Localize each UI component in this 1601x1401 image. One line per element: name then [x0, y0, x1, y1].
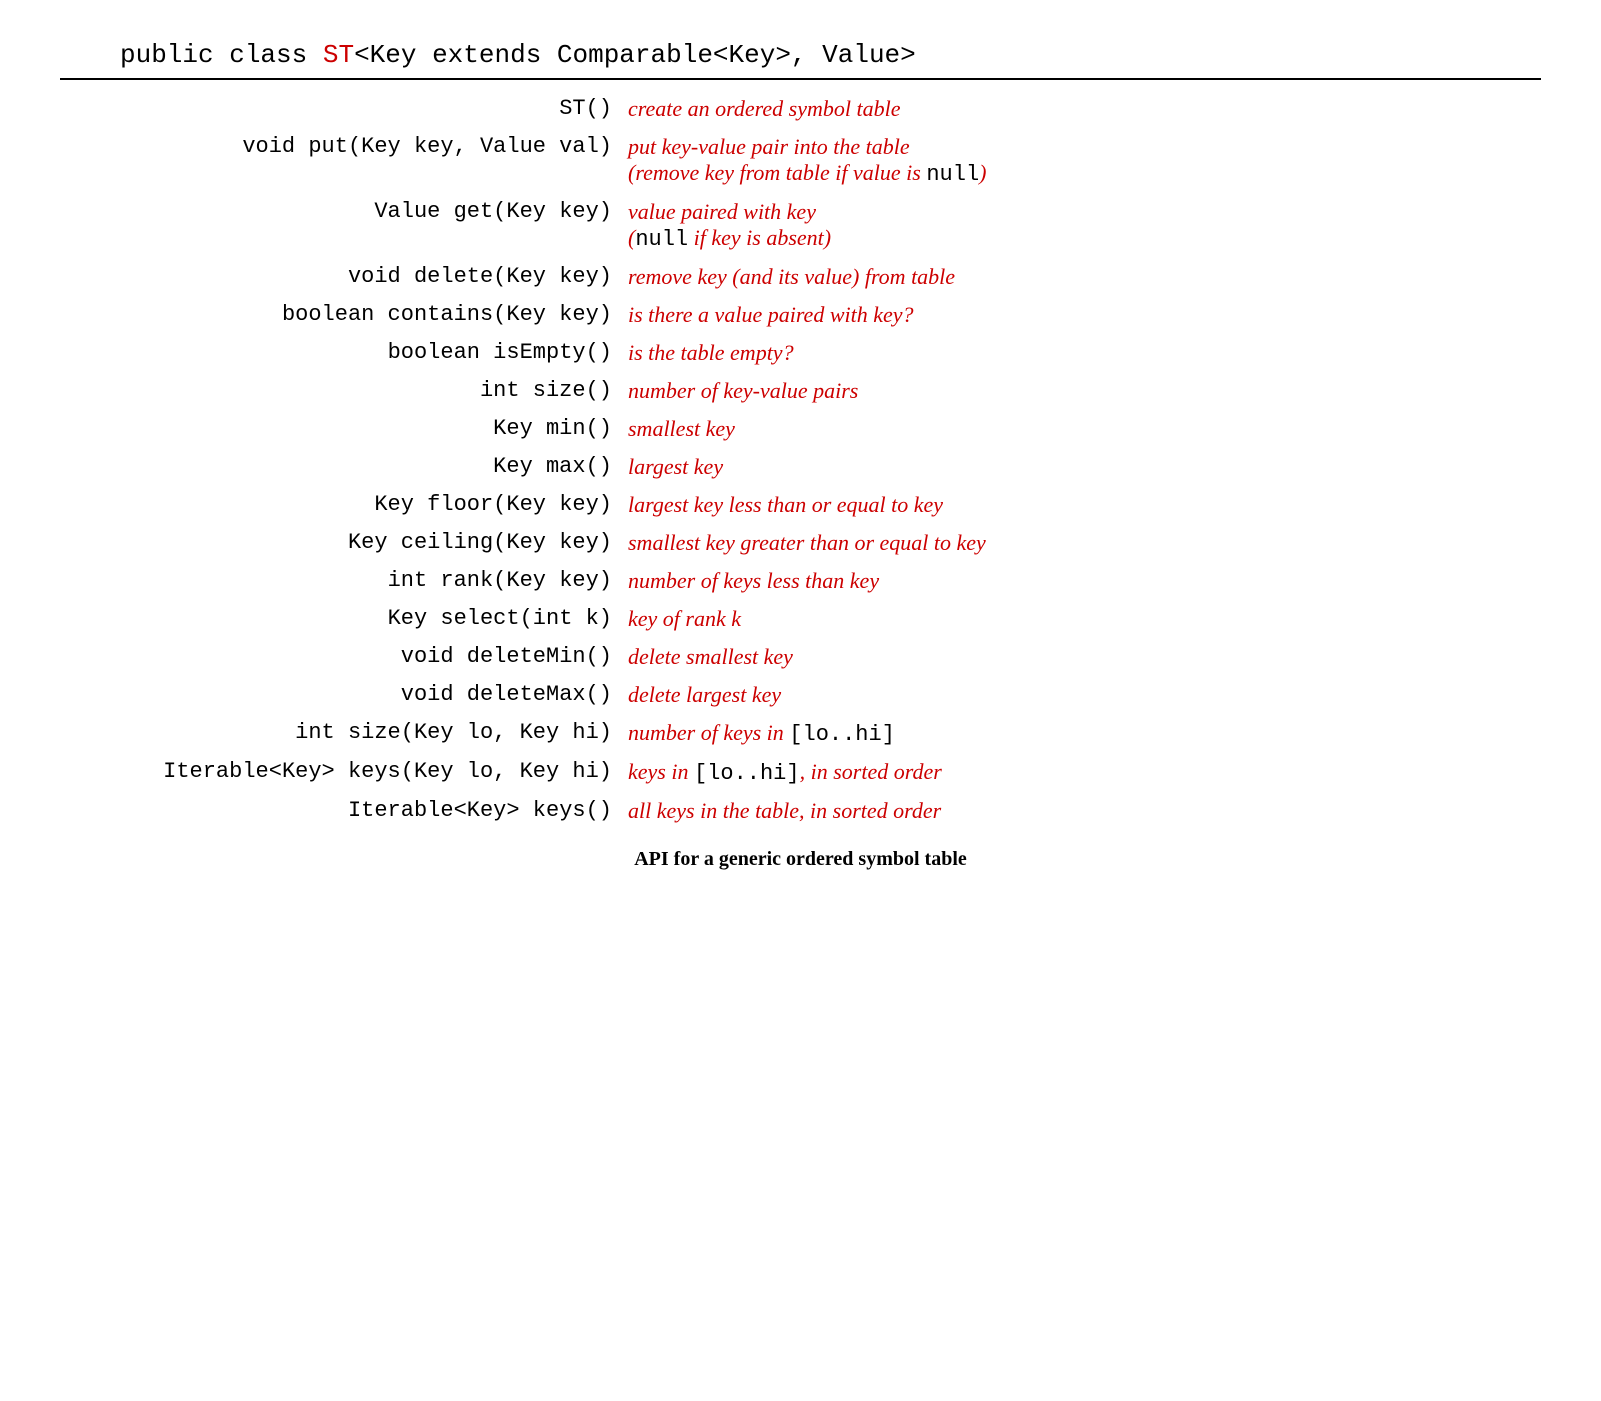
method-cell: Value get(Key key) [60, 193, 620, 258]
description-cell: key of rank k [620, 600, 1541, 638]
table-row: boolean contains(Key key)is there a valu… [60, 296, 1541, 334]
method-cell: int rank(Key key) [60, 562, 620, 600]
method-cell: Key select(int k) [60, 600, 620, 638]
description-cell: all keys in the table, in sorted order [620, 792, 1541, 830]
description-cell: number of keys less than key [620, 562, 1541, 600]
method-cell: ST() [60, 90, 620, 128]
table-row: void deleteMax()delete largest key [60, 676, 1541, 714]
api-table: ST()create an ordered symbol tablevoid p… [60, 90, 1541, 830]
description-cell: delete smallest key [620, 638, 1541, 676]
table-row: int size(Key lo, Key hi)number of keys i… [60, 714, 1541, 753]
description-cell: keys in [lo..hi], in sorted order [620, 753, 1541, 792]
table-row: ST()create an ordered symbol table [60, 90, 1541, 128]
class-header: public class ST<Key extends Comparable<K… [60, 40, 1541, 78]
header-classname: ST [323, 40, 354, 70]
description-cell: create an ordered symbol table [620, 90, 1541, 128]
method-cell: Iterable<Key> keys(Key lo, Key hi) [60, 753, 620, 792]
caption: API for a generic ordered symbol table [60, 848, 1541, 871]
description-cell: largest key [620, 448, 1541, 486]
description-cell: is the table empty? [620, 334, 1541, 372]
table-row: Key ceiling(Key key)smallest key greater… [60, 524, 1541, 562]
header-prefix: public class [120, 40, 323, 70]
description-cell: put key-value pair into the table(remove… [620, 128, 1541, 193]
method-cell: Key ceiling(Key key) [60, 524, 620, 562]
table-row: Key min()smallest key [60, 410, 1541, 448]
table-row: Iterable<Key> keys(Key lo, Key hi)keys i… [60, 753, 1541, 792]
description-cell: is there a value paired with key? [620, 296, 1541, 334]
description-cell: number of key-value pairs [620, 372, 1541, 410]
method-cell: int size() [60, 372, 620, 410]
table-row: void delete(Key key)remove key (and its … [60, 258, 1541, 296]
description-cell: delete largest key [620, 676, 1541, 714]
method-cell: Iterable<Key> keys() [60, 792, 620, 830]
method-cell: void put(Key key, Value val) [60, 128, 620, 193]
description-cell: largest key less than or equal to key [620, 486, 1541, 524]
description-cell: value paired with key(null if key is abs… [620, 193, 1541, 258]
header-suffix: <Key extends Comparable<Key>, Value> [354, 40, 916, 70]
table-row: Value get(Key key)value paired with key(… [60, 193, 1541, 258]
method-cell: boolean contains(Key key) [60, 296, 620, 334]
description-cell: remove key (and its value) from table [620, 258, 1541, 296]
table-row: Iterable<Key> keys()all keys in the tabl… [60, 792, 1541, 830]
method-cell: void delete(Key key) [60, 258, 620, 296]
table-row: Key floor(Key key)largest key less than … [60, 486, 1541, 524]
table-row: int size()number of key-value pairs [60, 372, 1541, 410]
method-cell: int size(Key lo, Key hi) [60, 714, 620, 753]
method-cell: Key max() [60, 448, 620, 486]
description-cell: smallest key [620, 410, 1541, 448]
table-row: void deleteMin()delete smallest key [60, 638, 1541, 676]
table-row: boolean isEmpty()is the table empty? [60, 334, 1541, 372]
table-row: Key select(int k)key of rank k [60, 600, 1541, 638]
header-divider [60, 78, 1541, 80]
description-cell: smallest key greater than or equal to ke… [620, 524, 1541, 562]
method-cell: boolean isEmpty() [60, 334, 620, 372]
table-row: void put(Key key, Value val)put key-valu… [60, 128, 1541, 193]
table-row: int rank(Key key)number of keys less tha… [60, 562, 1541, 600]
method-cell: Key min() [60, 410, 620, 448]
method-cell: void deleteMin() [60, 638, 620, 676]
description-cell: number of keys in [lo..hi] [620, 714, 1541, 753]
table-row: Key max()largest key [60, 448, 1541, 486]
method-cell: void deleteMax() [60, 676, 620, 714]
method-cell: Key floor(Key key) [60, 486, 620, 524]
